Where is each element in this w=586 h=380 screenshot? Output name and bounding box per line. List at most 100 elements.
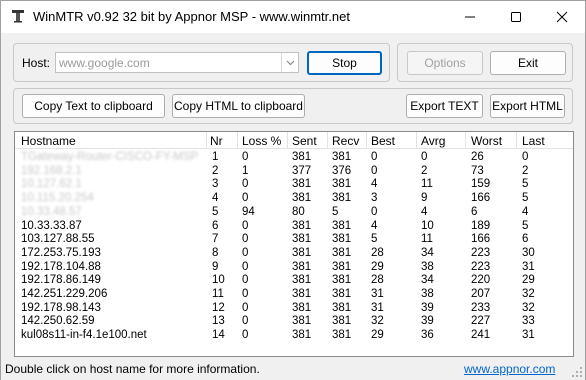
column-header-best[interactable]: Best [371,134,395,148]
column-header-recv[interactable]: Recv [332,134,359,148]
cell-loss: 0 [242,288,249,300]
cell-best: 0 [371,205,378,218]
table-row[interactable]: kul08s11-in-f4.1e100.net 14 0 381 381 29 36 241… [15,329,573,342]
table-row[interactable]: 142.251.229.206 11 0 381 381 31 38 207 32 [15,288,573,301]
export-html-button[interactable]: Export HTML [490,94,565,118]
table-row[interactable]: 192.178.86.149 10 0 381 381 28 34 220 29 [15,274,573,287]
cell-nr: 10 [212,274,225,287]
close-button[interactable] [539,1,585,33]
column-header-sent[interactable]: Sent [292,134,317,148]
cell-sent: 381 [292,329,312,342]
cell-avrg: 2 [421,164,428,177]
cell-recv: 381 [332,315,352,328]
table-row[interactable]: 10.33.33.87 6 0 381 381 4 10 189 5 [15,219,573,233]
cell-hostname[interactable]: 192.178.104.88 [21,261,101,274]
exit-button[interactable]: Exit [490,51,566,75]
title-bar[interactable]: WinMTR v0.92 32 bit by Appnor MSP - www.… [1,1,585,33]
cell-best: 4 [371,219,378,232]
cell-avrg: 36 [421,329,434,342]
column-divider[interactable] [237,132,238,149]
minimize-button[interactable] [447,1,493,33]
cell-hostname[interactable]: 142.251.229.206 [21,288,107,301]
table-row[interactable]: 10.127.62.1 3 0 381 381 4 11 159 5 [15,178,573,191]
cell-avrg: 4 [421,205,428,218]
cell-avrg: 10 [421,219,434,232]
column-divider[interactable] [465,132,466,149]
copy-text-button[interactable]: Copy Text to clipboard [22,94,165,118]
cell-worst: 189 [471,219,491,232]
cell-last: 32 [522,301,535,314]
cell-worst: 227 [471,315,491,328]
column-header-nr[interactable]: Nr [210,134,223,148]
results-table[interactable]: Hostname Nr Loss % Sent Recv Best Avrg W… [14,131,574,357]
host-dropdown-button[interactable] [281,53,298,72]
cell-avrg: 11 [421,178,433,191]
cell-worst: 233 [471,301,491,314]
table-row[interactable]: 192.168.2.1 2 1 377 376 0 2 73 2 [15,164,573,178]
cell-hostname[interactable]: 192.178.86.149 [21,274,101,287]
column-divider[interactable] [416,132,417,149]
column-divider[interactable] [516,132,517,149]
cell-avrg: 34 [421,246,434,259]
cell-hostname[interactable]: 142.250.62.59 [21,315,95,328]
cell-avrg: 39 [421,301,434,314]
cell-last: 30 [522,246,535,259]
resize-grip-icon[interactable] [571,366,583,378]
minimize-icon [465,16,475,18]
cell-worst: 220 [471,274,491,287]
cell-sent: 381 [292,315,312,328]
column-divider[interactable] [366,132,367,149]
cell-worst: 207 [471,288,491,300]
cell-hostname[interactable]: 10.127.62.1 [21,178,82,191]
column-divider[interactable] [327,132,328,149]
cell-hostname[interactable]: 172.253.75.193 [21,247,101,260]
column-header-loss[interactable]: Loss % [242,134,281,148]
cell-hostname[interactable]: 192.178.98.143 [21,302,101,315]
window-title: WinMTR v0.92 32 bit by Appnor MSP - www.… [33,9,350,24]
cell-best: 5 [371,233,378,246]
options-button[interactable]: Options [407,51,483,75]
cell-sent: 381 [292,246,312,259]
table-row[interactable]: 192.178.98.143 12 0 381 381 31 39 233 32 [15,301,573,315]
cell-avrg: 0 [421,151,428,163]
table-row[interactable]: 103.127.88.55 7 0 381 381 5 11 166 6 [15,233,573,246]
column-header-worst[interactable]: Worst [471,134,502,148]
table-row[interactable]: 172.253.75.193 8 0 381 381 28 34 223 30 [15,246,573,260]
cell-loss: 0 [242,233,249,246]
cell-recv: 381 [332,151,352,163]
cell-sent: 381 [292,192,312,205]
cell-nr: 12 [212,301,225,314]
cell-recv: 381 [332,260,352,273]
cell-hostname[interactable]: 10.115.20.254 [21,192,94,205]
appnor-link[interactable]: www.appnor.com [464,362,555,376]
copy-html-button[interactable]: Copy HTML to clipboard [172,94,305,118]
table-row[interactable]: TGateway-Router-CISCO-FY-MSP 1 0 381 381 0 0 26… [15,151,573,164]
host-combobox[interactable]: www.google.com [55,52,299,73]
cell-hostname[interactable]: 192.168.2.1 [21,165,82,178]
cell-recv: 381 [332,219,352,232]
cell-sent: 80 [292,205,305,218]
maximize-button[interactable] [493,1,539,33]
cell-hostname[interactable]: 10.33.33.87 [21,220,82,233]
table-row[interactable]: 10.115.20.254 4 0 381 381 3 9 166 5 [15,192,573,205]
cell-recv: 381 [332,301,352,314]
cell-hostname[interactable]: kul08s11-in-f4.1e100.net [21,329,147,342]
cell-nr: 7 [212,233,219,246]
column-header-last[interactable]: Last [522,134,545,148]
cell-last: 0 [522,151,529,163]
cell-loss: 0 [242,151,249,163]
cell-hostname[interactable]: 103.127.88.55 [21,233,95,246]
column-header-hostname[interactable]: Hostname [21,134,76,148]
table-row[interactable]: 10.33.48.57 5 94 80 5 0 4 6 4 [15,205,573,219]
column-divider[interactable] [287,132,288,149]
cell-hostname[interactable]: TGateway-Router-CISCO-FY-MSP [21,151,198,164]
column-header-avrg[interactable]: Avrg [421,134,445,148]
cell-sent: 381 [292,274,312,287]
export-text-button[interactable]: Export TEXT [406,94,483,118]
stop-button[interactable]: Stop [307,51,382,75]
cell-last: 31 [522,260,535,273]
table-row[interactable]: 142.250.62.59 13 0 381 381 32 39 227 33 [15,315,573,328]
column-divider[interactable] [206,132,207,149]
cell-hostname[interactable]: 10.33.48.57 [21,206,82,219]
table-row[interactable]: 192.178.104.88 9 0 381 381 29 38 223 31 [15,260,573,274]
